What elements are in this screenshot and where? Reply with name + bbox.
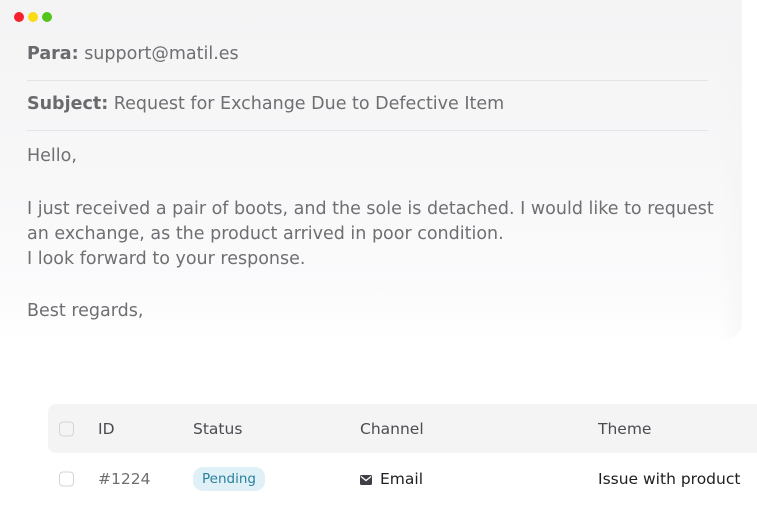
select-all-checkbox[interactable] — [59, 421, 74, 436]
window-controls — [14, 12, 52, 22]
theme-cell: Issue with product — [598, 470, 741, 488]
column-header-theme[interactable]: Theme — [598, 420, 651, 438]
column-header-channel[interactable]: Channel — [360, 420, 424, 438]
channel-label: Email — [380, 470, 424, 488]
canvas: Para: support@matil.es Subject: Request … — [0, 0, 757, 505]
zoom-window-button[interactable] — [42, 12, 52, 22]
mail-icon — [360, 474, 372, 485]
ticket-id: #1224 — [98, 470, 151, 488]
email-greeting: Hello, — [27, 146, 77, 166]
email-body-line-3: I look forward to your response. — [27, 249, 306, 269]
to-field[interactable]: Para: support@matil.es — [27, 44, 708, 81]
channel-cell: Email — [360, 470, 423, 488]
close-window-button[interactable] — [14, 12, 24, 22]
to-label: Para: — [27, 44, 79, 64]
subject-label: Subject: — [27, 94, 109, 114]
subject-field[interactable]: Subject: Request for Exchange Due to Def… — [27, 94, 708, 131]
email-closing: Best regards, — [27, 301, 144, 321]
column-header-status[interactable]: Status — [193, 420, 242, 438]
email-body-line-2: an exchange, as the product arrived in p… — [27, 224, 504, 244]
status-badge: Pending — [193, 467, 265, 491]
minimize-window-button[interactable] — [28, 12, 38, 22]
email-window: Para: support@matil.es Subject: Request … — [0, 0, 742, 340]
table-row[interactable]: #1224 Pending Email Issue with product — [48, 454, 757, 504]
email-body-line-1: I just received a pair of boots, and the… — [27, 199, 714, 219]
column-header-id[interactable]: ID — [98, 420, 115, 438]
to-value: support@matil.es — [84, 44, 239, 64]
row-checkbox[interactable] — [59, 471, 74, 487]
table-header: ID Status Channel Theme — [48, 404, 757, 453]
subject-value: Request for Exchange Due to Defective It… — [113, 94, 505, 114]
tickets-table: ID Status Channel Theme #1224 Pending Em… — [48, 399, 757, 505]
